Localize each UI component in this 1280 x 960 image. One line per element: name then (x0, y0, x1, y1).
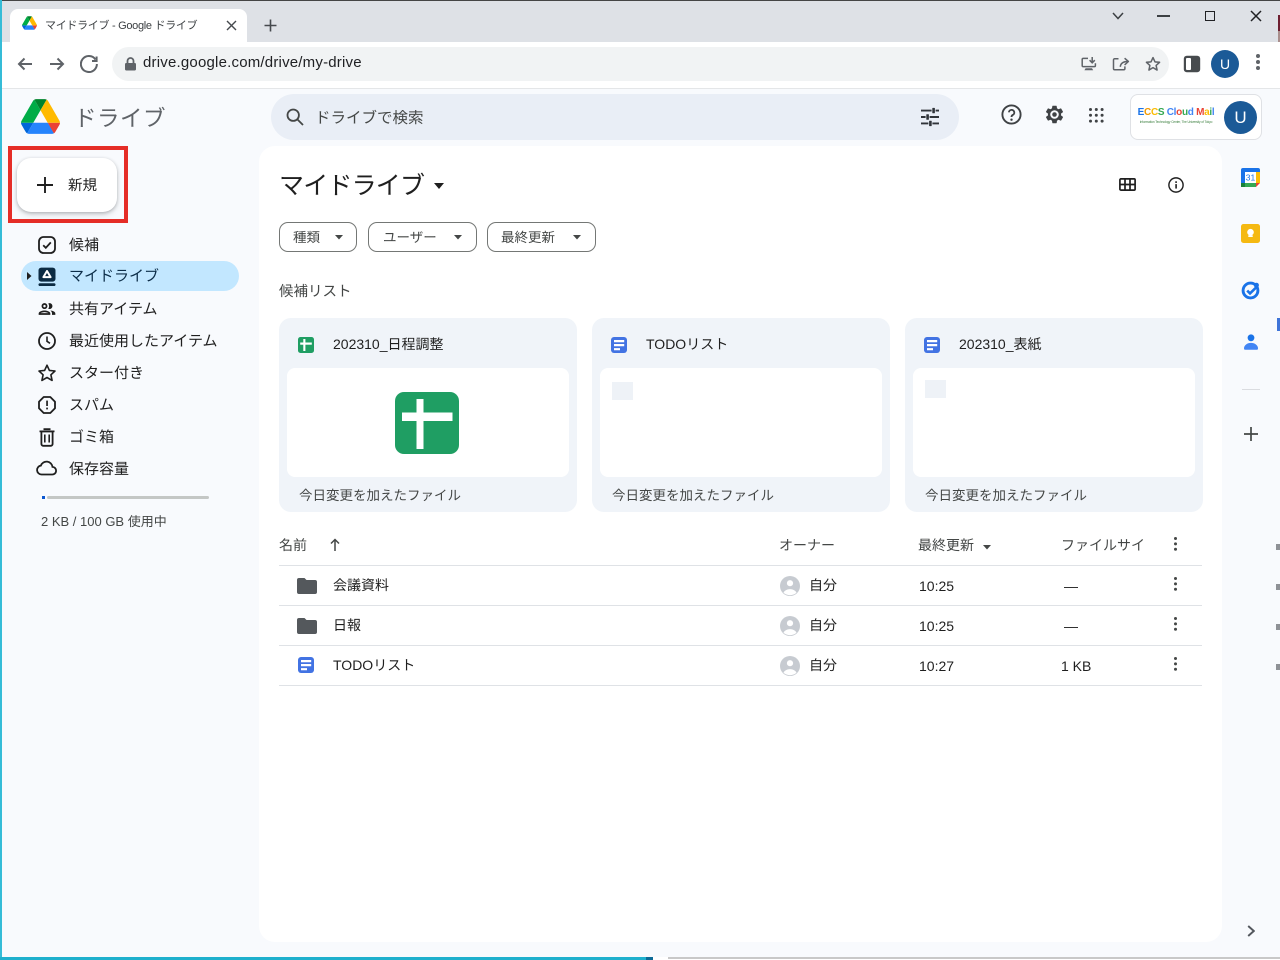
svg-text:31: 31 (1246, 173, 1256, 183)
